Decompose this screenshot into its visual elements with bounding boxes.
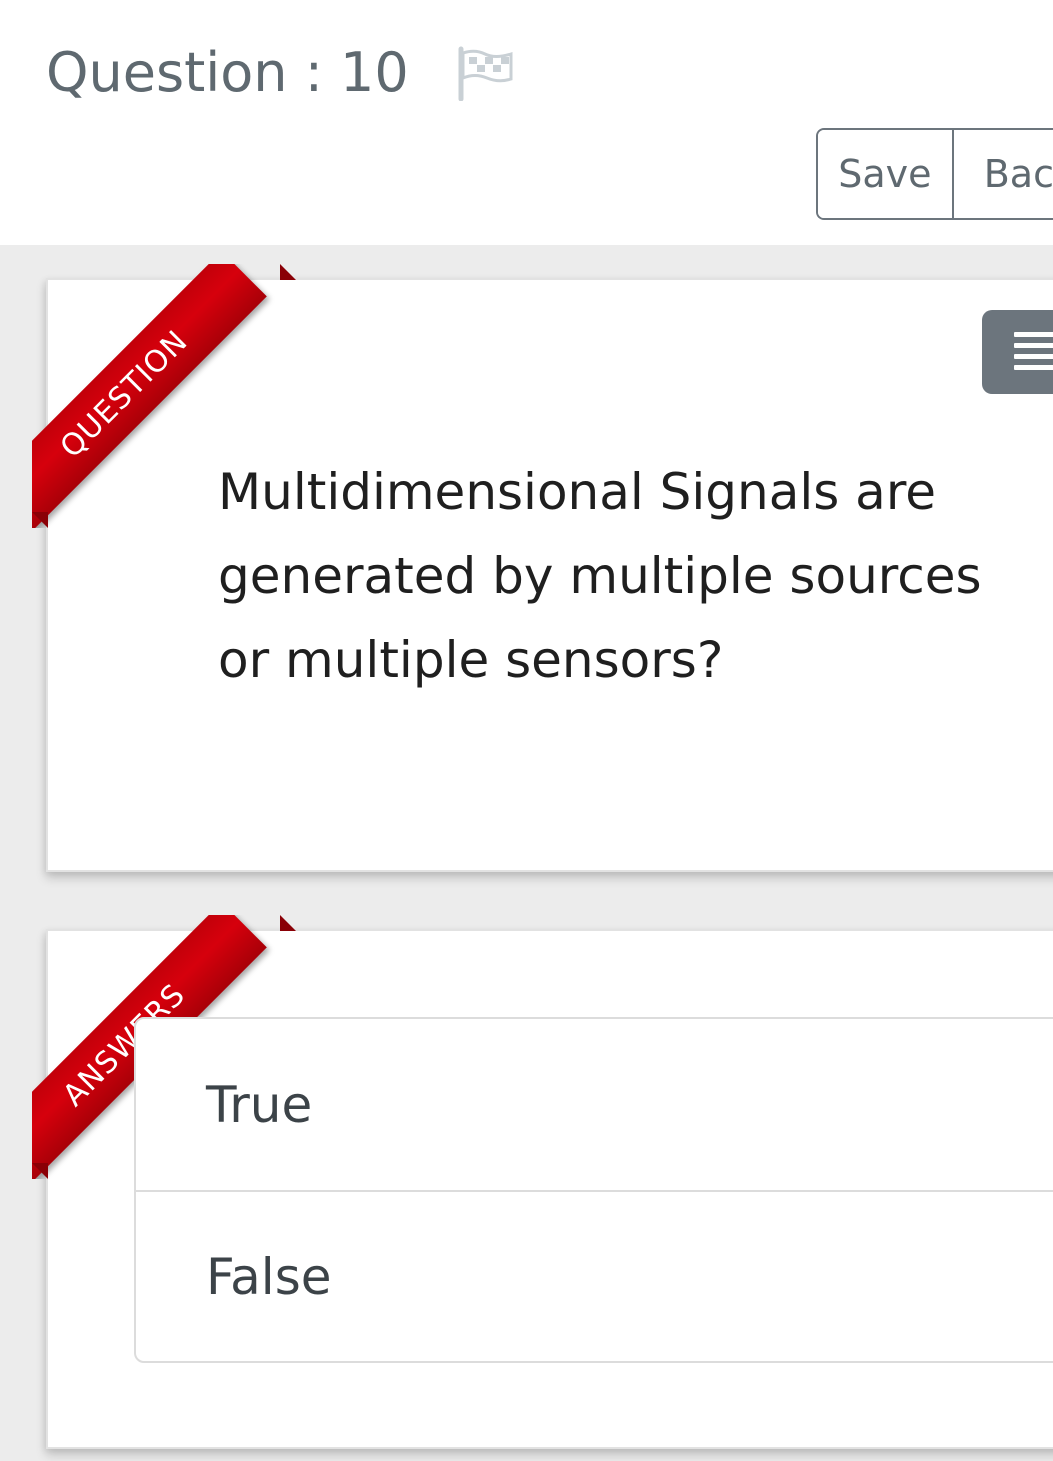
menu-icon: [1014, 332, 1053, 376]
answers-card: ANSWERS True False: [32, 915, 1053, 1449]
answer-list: True False: [134, 1017, 1053, 1363]
answer-option-false[interactable]: False: [136, 1190, 1053, 1361]
save-button[interactable]: Save: [818, 130, 954, 218]
flag-icon[interactable]: [455, 45, 517, 102]
action-button-group: Save Back: [816, 128, 1053, 220]
question-title: Question : 10: [46, 41, 409, 104]
menu-button[interactable]: [982, 310, 1053, 394]
ribbon-fold: [32, 1163, 48, 1179]
back-button[interactable]: Back: [953, 130, 1053, 218]
ribbon-fold: [280, 915, 296, 931]
answer-option-true[interactable]: True: [136, 1019, 1053, 1190]
ribbon-fold: [32, 512, 48, 528]
question-header: Question : 10: [46, 38, 517, 108]
ribbon-fold: [280, 264, 296, 280]
quiz-page: Question : 10 Save Back QUESTION: [0, 0, 1053, 1461]
question-card: QUESTION Multidimensional Signals are ge…: [32, 264, 1053, 872]
question-text: Multidimensional Signals are generated b…: [218, 463, 982, 689]
